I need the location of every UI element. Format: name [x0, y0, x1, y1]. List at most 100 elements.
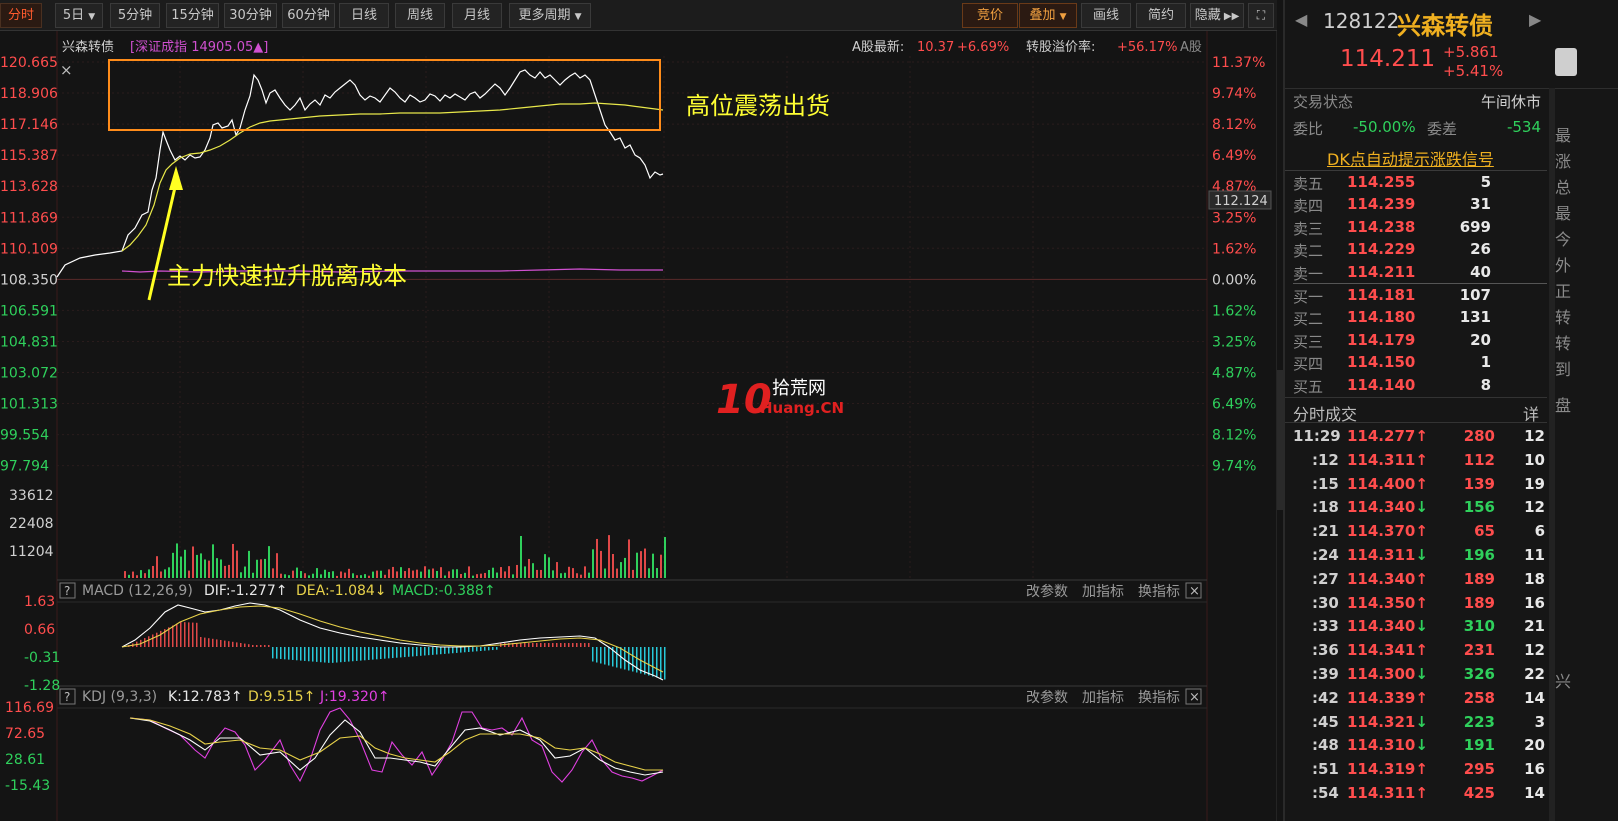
kdj-close-icon[interactable]: ×: [1189, 690, 1200, 705]
close-icon[interactable]: ×: [60, 61, 73, 79]
volume-bar: [200, 553, 202, 578]
tab-15min[interactable]: 15分钟: [166, 3, 219, 28]
macd-close-icon[interactable]: ×: [1189, 584, 1200, 599]
quote-panel: ◀ 128122 兴森转债 ▶ 114.211 +5.861 +5.41% 交易…: [1283, 0, 1618, 821]
tick-time: :15: [1312, 474, 1339, 493]
macd-bar: [568, 643, 570, 647]
tab-more-periods[interactable]: 更多周期 ▼: [509, 3, 591, 28]
macd-bar: [160, 630, 162, 647]
panel-splitter[interactable]: [1277, 370, 1283, 510]
macd-edit-params[interactable]: 改参数: [1026, 583, 1068, 600]
panel-scrollbar[interactable]: [1549, 88, 1555, 821]
tick-volume: 295: [1463, 760, 1495, 779]
auction-button[interactable]: 竞价: [962, 3, 1018, 28]
macd-bar: [452, 647, 454, 654]
price-tick-right: 9.74%: [1212, 86, 1256, 102]
weibi-row: 委比 -50.00% 委差 -534: [1293, 118, 1541, 138]
fullscreen-icon[interactable]: ⛶: [1248, 3, 1274, 28]
volume-bar: [472, 575, 474, 578]
chart-canvas[interactable]: 兴森转债 [深证成指 14905.05▲] A股最新: 10.37 +6.69%…: [0, 31, 1278, 821]
tab-5day[interactable]: 5日 ▼: [55, 3, 103, 28]
kdj-add-indicator[interactable]: 加指标: [1082, 690, 1124, 706]
kdj-switch-indicator[interactable]: 换指标: [1138, 689, 1180, 706]
order-book-row[interactable]: 买四 114.150 1: [1285, 353, 1555, 375]
order-book-row[interactable]: 卖一 114.211 40: [1285, 263, 1555, 285]
tab-weekly[interactable]: 周线: [395, 3, 445, 28]
volume-bars: [124, 535, 666, 578]
overlay-button[interactable]: 叠加 ▼: [1019, 3, 1077, 28]
tick-row: :54 114.311↑ 425 14: [1285, 784, 1555, 806]
macd-bar: [564, 643, 566, 647]
level-label: 卖二: [1293, 242, 1324, 261]
volume-bar: [444, 575, 446, 578]
tick-volume: 231: [1463, 641, 1495, 660]
price-tick-left: 110.109: [0, 241, 58, 257]
tab-5min[interactable]: 5分钟: [110, 3, 160, 28]
tab-30min[interactable]: 30分钟: [224, 3, 277, 28]
order-book-row[interactable]: 卖二 114.229 26: [1285, 240, 1555, 262]
macd-histogram: [128, 621, 666, 680]
volume-bar: [148, 569, 150, 578]
volume-bar: [288, 575, 290, 578]
price-tick-left: 108.350: [0, 272, 58, 288]
prev-security-icon[interactable]: ◀: [1295, 10, 1307, 29]
draw-button[interactable]: 画线: [1081, 3, 1131, 28]
simple-button[interactable]: 简约: [1136, 3, 1186, 28]
volume-bar: [548, 557, 550, 578]
macd-bar: [616, 647, 618, 668]
kdj-edit-params[interactable]: 改参数: [1026, 689, 1068, 706]
macd-bar: [192, 622, 194, 647]
volume-bar: [644, 548, 646, 578]
level-volume: 31: [1470, 195, 1491, 214]
tab-60min[interactable]: 60分钟: [282, 3, 335, 28]
macd-bar: [196, 622, 198, 647]
tick-count: 20: [1524, 736, 1545, 755]
hide-button[interactable]: 隐藏 ▶▶: [1190, 3, 1244, 28]
index-label[interactable]: [深证成指 14905.05▲]: [130, 40, 268, 55]
svg-text:Huang.CN: Huang.CN: [760, 399, 844, 417]
macd-add-indicator[interactable]: 加指标: [1082, 584, 1124, 600]
annotation-distribution: 高位震荡出货: [686, 92, 830, 120]
volume-bar: [212, 544, 214, 578]
up-arrow-icon: ↑: [1415, 522, 1428, 541]
macd-switch-indicator[interactable]: 换指标: [1138, 583, 1180, 600]
macd-bar: [560, 643, 562, 647]
volume-bar: [136, 575, 138, 578]
order-book-row[interactable]: 卖三 114.238 699: [1285, 218, 1555, 240]
tab-intraday[interactable]: 分时: [0, 3, 42, 28]
dk-signal-link[interactable]: DK点自动提示涨跌信号: [1327, 146, 1494, 170]
price-tick-right: 6.49%: [1212, 397, 1256, 413]
volume-bar: [468, 566, 470, 578]
macd-bar: [436, 647, 438, 655]
price-tick-left: 101.313: [0, 397, 58, 413]
macd-bar: [536, 643, 538, 647]
volume-bar: [520, 536, 522, 578]
order-book-row[interactable]: 卖四 114.239 31: [1285, 195, 1555, 217]
a-share-tab[interactable]: A股: [1180, 40, 1202, 55]
order-book-row[interactable]: 买五 114.140 8: [1285, 376, 1555, 398]
volume-bar: [500, 567, 502, 578]
next-security-icon[interactable]: ▶: [1529, 10, 1541, 29]
dropdown-icon: ▼: [1059, 12, 1067, 22]
volume-bar: [260, 559, 262, 578]
side-toggle-icon[interactable]: [1555, 48, 1577, 76]
macd-bar: [404, 647, 406, 658]
macd-bar: [232, 641, 234, 647]
annotation-pump: 主力快速拉升脱离成本: [167, 262, 407, 290]
tab-daily[interactable]: 日线: [339, 3, 389, 28]
help-icon[interactable]: ?: [64, 584, 70, 598]
macd-bar: [620, 647, 622, 669]
macd-bar: [468, 647, 470, 652]
help-icon[interactable]: ?: [64, 690, 70, 704]
order-book-row[interactable]: 卖五 114.255 5: [1285, 173, 1555, 195]
volume-bar: [184, 549, 186, 578]
volume-bar: [152, 565, 154, 578]
tick-price: 114.319: [1347, 760, 1416, 779]
change-value: +5.861: [1443, 43, 1499, 61]
ticks-detail-button[interactable]: 详: [1523, 401, 1539, 425]
kdj-axis: 116.69 72.65 28.61 -15.43: [5, 700, 54, 794]
tab-monthly[interactable]: 月线: [452, 3, 502, 28]
order-book-row[interactable]: 买三 114.179 20: [1285, 331, 1555, 353]
order-book-row[interactable]: 买一 114.181 107: [1285, 286, 1555, 308]
order-book-row[interactable]: 买二 114.180 131: [1285, 308, 1555, 330]
